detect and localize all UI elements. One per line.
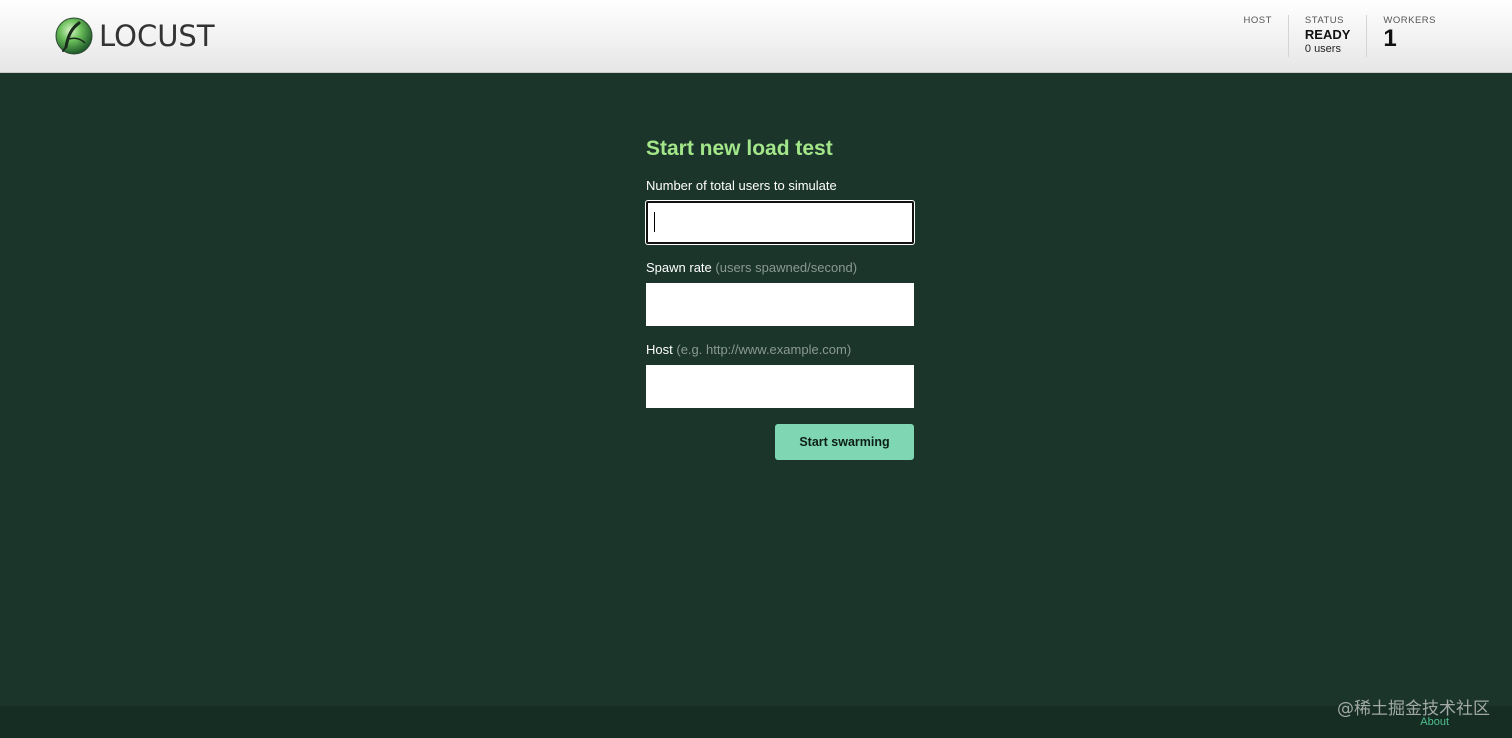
about-link[interactable]: About bbox=[1420, 716, 1449, 728]
button-row: Start swarming bbox=[646, 424, 916, 460]
stat-workers: WORKERS 1 bbox=[1366, 15, 1452, 57]
footer bbox=[0, 706, 1512, 738]
users-label: Number of total users to simulate bbox=[646, 178, 916, 194]
watermark-text: @稀土掘金技术社区 bbox=[1337, 699, 1490, 719]
host-field-label: Host (e.g. http://www.example.com) bbox=[646, 342, 916, 358]
spawn-label-text: Spawn rate bbox=[646, 260, 712, 275]
status-label: STATUS bbox=[1304, 15, 1344, 26]
text-caret bbox=[654, 212, 655, 232]
top-bar: LOCUST HOST STATUS READY 0 users WORKERS… bbox=[0, 0, 1512, 73]
start-swarming-button[interactable]: Start swarming bbox=[775, 424, 914, 460]
spawn-rate-input[interactable] bbox=[646, 283, 914, 326]
host-label-text: Host bbox=[646, 342, 673, 357]
host-input[interactable] bbox=[646, 365, 914, 408]
header-stats: HOST STATUS READY 0 users WORKERS 1 bbox=[1228, 15, 1453, 57]
locust-logo-icon bbox=[55, 17, 93, 55]
users-label-text: Number of total users to simulate bbox=[646, 178, 837, 193]
spawn-label: Spawn rate (users spawned/second) bbox=[646, 260, 916, 276]
new-test-form: Start new load test Number of total user… bbox=[646, 136, 916, 460]
logo-text: LOCUST bbox=[99, 19, 215, 53]
users-input[interactable] bbox=[646, 201, 914, 244]
host-hint: (e.g. http://www.example.com) bbox=[676, 342, 852, 357]
locust-logo[interactable]: LOCUST bbox=[55, 17, 215, 55]
stat-host: HOST bbox=[1228, 15, 1288, 57]
host-label: HOST bbox=[1243, 15, 1272, 26]
users-field-wrap bbox=[646, 201, 916, 244]
workers-value: 1 bbox=[1383, 25, 1397, 52]
spawn-hint: (users spawned/second) bbox=[715, 260, 858, 275]
stat-status: STATUS READY 0 users bbox=[1287, 15, 1367, 57]
status-users: 0 users bbox=[1304, 43, 1341, 55]
status-value: READY bbox=[1304, 27, 1351, 42]
form-title: Start new load test bbox=[646, 137, 833, 160]
